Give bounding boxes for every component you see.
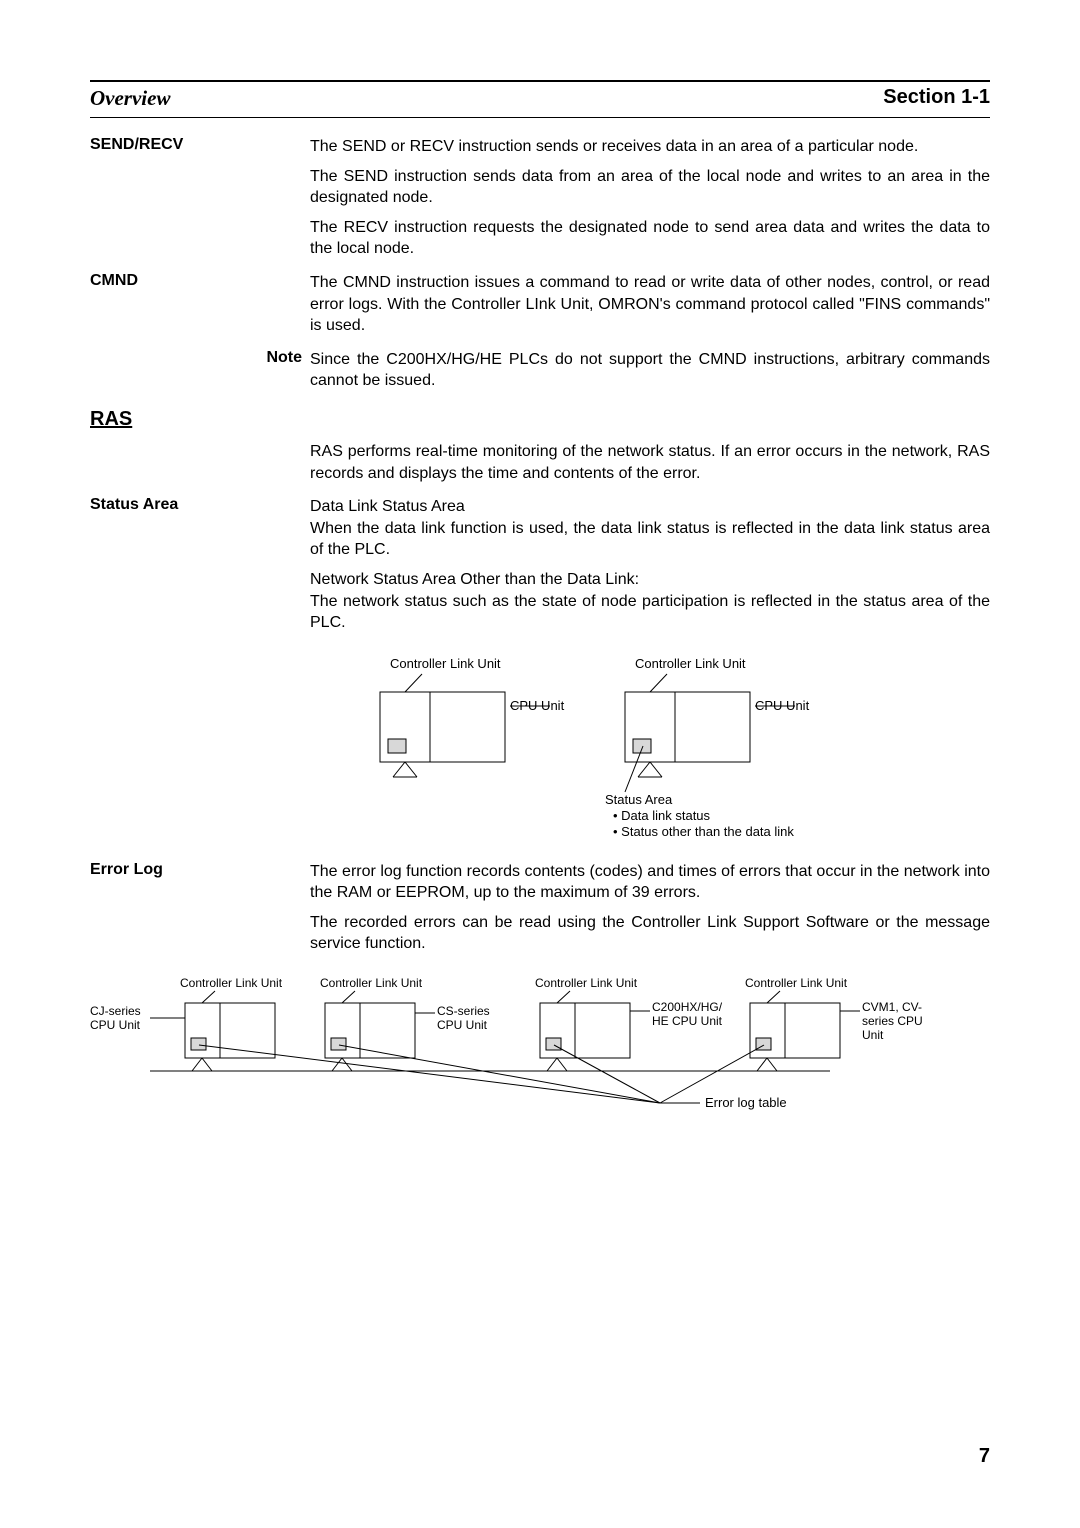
d2-cs2: CPU Unit — [437, 1018, 488, 1032]
note-section: Note Since the C200HX/HG/HE PLCs do not … — [90, 349, 990, 400]
d2-clu2: Controller Link Unit — [320, 976, 423, 990]
d1-sa-b2: • Status other than the data link — [613, 824, 794, 839]
sendrecv-body: The SEND or RECV instruction sends or re… — [310, 136, 990, 268]
cmnd-section: CMND The CMND instruction issues a comma… — [90, 272, 990, 345]
errorlog-body: The error log function records contents … — [310, 861, 990, 963]
errorlog-p2: The recorded errors can be read using th… — [310, 912, 990, 955]
cmnd-label: CMND — [90, 272, 310, 345]
sendrecv-section: SEND/RECV The SEND or RECV instruction s… — [90, 136, 990, 268]
d1-cpu2: CPU Unit — [755, 698, 810, 713]
status-label: Status Area — [90, 496, 310, 642]
ras-p1: RAS performs real-time monitoring of the… — [310, 441, 990, 484]
d1-clu1: Controller Link Unit — [390, 656, 501, 671]
ras-intro: RAS performs real-time monitoring of the… — [90, 441, 990, 492]
status-p2b: The network status such as the state of … — [310, 593, 990, 632]
status-p2a: Network Status Area Other than the Data … — [310, 571, 639, 588]
note-body: Since the C200HX/HG/HE PLCs do not suppo… — [310, 349, 990, 400]
note-p1: Since the C200HX/HG/HE PLCs do not suppo… — [310, 349, 990, 392]
sendrecv-p2: The SEND instruction sends data from an … — [310, 166, 990, 209]
cmnd-body: The CMND instruction issues a command to… — [310, 272, 990, 345]
errorlog-p1: The error log function records contents … — [310, 861, 990, 904]
d2-cs1: CS-series — [437, 1004, 490, 1018]
header-left: Overview — [90, 86, 170, 111]
status-area-diagram: Controller Link Unit CPU Unit Controller… — [310, 654, 990, 849]
d2-c200b: HE CPU Unit — [652, 1014, 723, 1028]
ras-body: RAS performs real-time monitoring of the… — [310, 441, 990, 492]
cmnd-p1: The CMND instruction issues a command to… — [310, 272, 990, 337]
d2-cj2: CPU Unit — [90, 1018, 141, 1032]
page-header: Overview Section 1-1 — [90, 84, 990, 118]
d1-sa-title: Status Area — [605, 792, 673, 807]
header-right: Section 1-1 — [883, 86, 990, 111]
page-number: 7 — [979, 1445, 990, 1468]
status-p1a: Data Link Status Area — [310, 498, 465, 515]
d2-cj1: CJ-series — [90, 1004, 141, 1018]
errorlog-diagram-svg: Controller Link Unit Controller Link Uni… — [90, 973, 990, 1133]
status-body: Data Link Status Area When the data link… — [310, 496, 990, 642]
top-rule — [90, 80, 990, 82]
errorlog-diagram: Controller Link Unit Controller Link Uni… — [90, 973, 990, 1138]
d2-cvm1c: Unit — [862, 1028, 884, 1042]
d2-cvm1a: CVM1, CV- — [862, 1000, 922, 1014]
errorlog-section: Error Log The error log function records… — [90, 861, 990, 963]
sendrecv-p1: The SEND or RECV instruction sends or re… — [310, 136, 990, 158]
d1-sa-b1: • Data link status — [613, 808, 711, 823]
errorlog-label: Error Log — [90, 861, 310, 963]
d2-cvm1b: series CPU — [862, 1014, 923, 1028]
ras-heading: RAS — [90, 408, 990, 431]
status-diagram-svg: Controller Link Unit CPU Unit Controller… — [310, 654, 870, 844]
d2-clu3: Controller Link Unit — [535, 976, 638, 990]
d1-cpu1: CPU Unit — [510, 698, 565, 713]
note-label: Note — [90, 349, 310, 400]
d2-clu1: Controller Link Unit — [180, 976, 283, 990]
status-p1b: When the data link function is used, the… — [310, 520, 990, 559]
status-section: Status Area Data Link Status Area When t… — [90, 496, 990, 642]
sendrecv-label: SEND/RECV — [90, 136, 310, 268]
d2-c200a: C200HX/HG/ — [652, 1000, 723, 1014]
status-p2: Network Status Area Other than the Data … — [310, 569, 990, 634]
sendrecv-p3: The RECV instruction requests the design… — [310, 217, 990, 260]
status-p1: Data Link Status Area When the data link… — [310, 496, 990, 561]
d2-elt: Error log table — [705, 1095, 787, 1110]
d2-clu4: Controller Link Unit — [745, 976, 848, 990]
ras-spacer — [90, 441, 310, 492]
d1-clu2: Controller Link Unit — [635, 656, 746, 671]
